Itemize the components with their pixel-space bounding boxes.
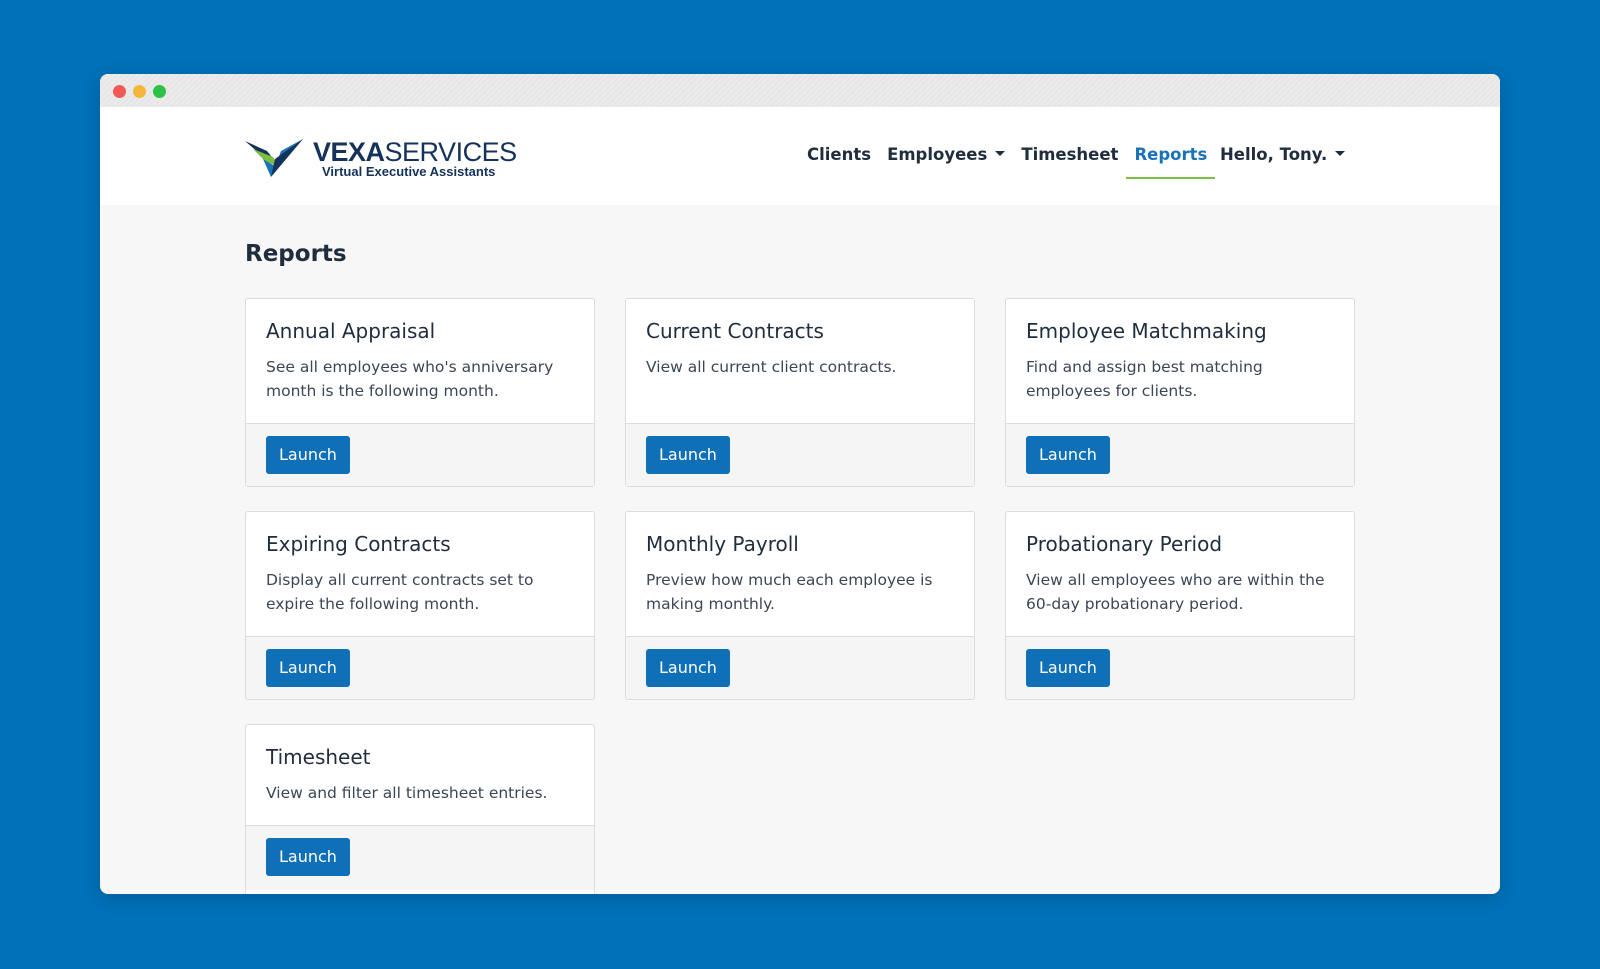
card-body: Current Contracts View all current clien…	[626, 299, 974, 424]
report-card: Probationary Period View all employees w…	[1005, 511, 1355, 700]
report-card: Employee Matchmaking Find and assign bes…	[1005, 298, 1355, 487]
report-title: Timesheet	[266, 745, 371, 769]
window-titlebar	[100, 74, 1500, 107]
report-description: View all current client contracts.	[646, 358, 897, 376]
report-title: Probationary Period	[1026, 532, 1223, 556]
report-card: Annual Appraisal See all employees who's…	[245, 298, 595, 487]
nav-item-clients[interactable]: Clients	[799, 145, 879, 179]
launch-button[interactable]: Launch	[1026, 436, 1110, 474]
card-footer: Launch	[246, 637, 594, 699]
brand-tagline: Virtual Executive Assistants	[322, 164, 496, 179]
card-footer: Launch	[1006, 424, 1354, 486]
card-footer: Launch	[1006, 637, 1354, 699]
vexa-logo-icon	[245, 139, 303, 177]
launch-button[interactable]: Launch	[646, 649, 730, 687]
report-description: Find and assign best matching employees …	[1026, 358, 1263, 400]
report-description: View and filter all timesheet entries.	[266, 784, 548, 802]
nav-item-reports[interactable]: Reports	[1126, 145, 1216, 179]
top-navbar: VEXASERVICES Virtual Executive Assistant…	[100, 107, 1500, 205]
user-menu[interactable]: Hello, Tony.	[1220, 145, 1346, 165]
card-body: Annual Appraisal See all employees who's…	[246, 299, 594, 424]
minimize-window-button[interactable]	[133, 85, 146, 98]
card-body: Employee Matchmaking Find and assign bes…	[1006, 299, 1354, 424]
maximize-window-button[interactable]	[153, 85, 166, 98]
launch-button[interactable]: Launch	[646, 436, 730, 474]
chevron-down-icon	[1335, 151, 1346, 156]
report-card: Current Contracts View all current clien…	[625, 298, 975, 487]
card-footer: Launch	[626, 637, 974, 699]
brand-name: VEXASERVICES	[313, 137, 517, 167]
report-description: View all employees who are within the 60…	[1026, 571, 1325, 613]
user-greeting: Hello, Tony.	[1220, 145, 1328, 164]
report-description: Preview how much each employee is making…	[646, 571, 933, 613]
brand-wordmark: VEXASERVICES Virtual Executive Assistant…	[313, 139, 517, 179]
card-body: Expiring Contracts Display all current c…	[246, 512, 594, 637]
launch-button[interactable]: Launch	[1026, 649, 1110, 687]
report-description: See all employees who's anniversary mont…	[266, 358, 554, 400]
report-card: Expiring Contracts Display all current c…	[245, 511, 595, 700]
report-title: Employee Matchmaking	[1026, 319, 1267, 343]
report-title: Current Contracts	[646, 319, 824, 343]
card-footer: Launch	[246, 424, 594, 486]
nav-item-employees[interactable]: Employees	[879, 145, 1013, 179]
card-body: Probationary Period View all employees w…	[1006, 512, 1354, 637]
report-card: Monthly Payroll Preview how much each em…	[625, 511, 975, 700]
report-title: Annual Appraisal	[266, 319, 436, 343]
report-description: Display all current contracts set to exp…	[266, 571, 534, 613]
page-title: Reports	[245, 241, 347, 267]
nav-item-timesheet[interactable]: Timesheet	[1013, 145, 1126, 179]
browser-window: VEXASERVICES Virtual Executive Assistant…	[100, 74, 1500, 894]
main-nav: Clients Employees Timesheet Reports	[799, 145, 1216, 179]
card-body: Monthly Payroll Preview how much each em…	[626, 512, 974, 637]
report-card: Timesheet View and filter all timesheet …	[245, 724, 595, 894]
launch-button[interactable]: Launch	[266, 436, 350, 474]
report-title: Expiring Contracts	[266, 532, 451, 556]
main-content: Reports Annual Appraisal See all employe…	[245, 205, 1355, 894]
brand-logo[interactable]: VEXASERVICES Virtual Executive Assistant…	[245, 137, 517, 179]
close-window-button[interactable]	[113, 85, 126, 98]
report-title: Monthly Payroll	[646, 532, 799, 556]
launch-button[interactable]: Launch	[266, 649, 350, 687]
card-footer: Launch	[626, 424, 974, 486]
launch-button[interactable]: Launch	[266, 838, 350, 876]
card-body: Timesheet View and filter all timesheet …	[246, 725, 594, 826]
card-footer: Launch	[246, 826, 594, 890]
chevron-down-icon	[995, 151, 1006, 156]
